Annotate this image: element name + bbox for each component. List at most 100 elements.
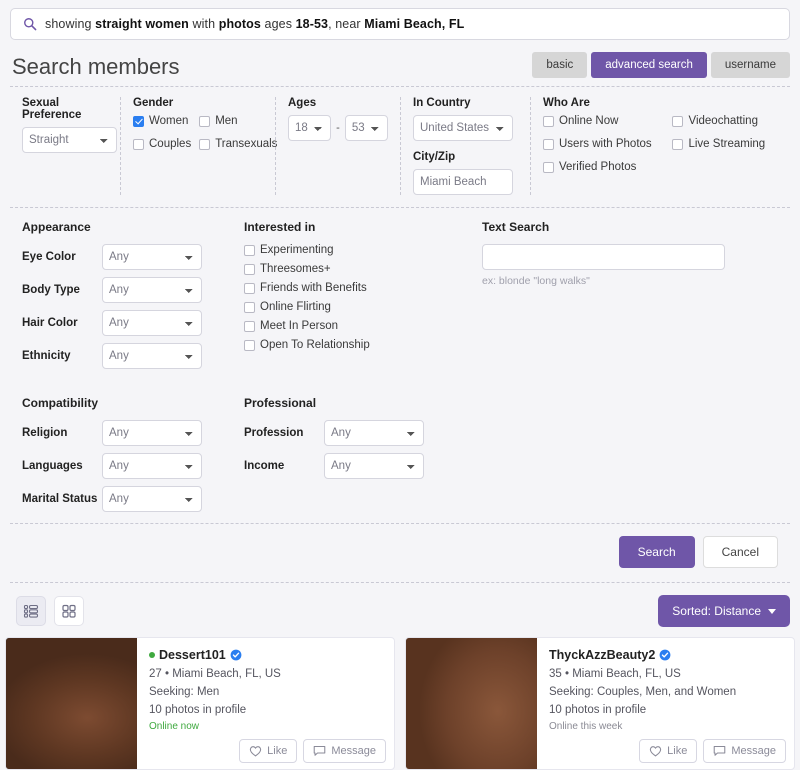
- profile-photo[interactable]: [406, 638, 537, 769]
- chat-bubble-icon: [714, 746, 726, 756]
- profile-username[interactable]: Dessert101: [159, 648, 226, 662]
- checkbox-icon: [244, 263, 255, 275]
- checkbox-label: Verified Photos: [559, 161, 637, 173]
- page-title: Search members: [12, 54, 180, 79]
- online-status-dot: [149, 652, 155, 658]
- country-select[interactable]: United States: [413, 115, 513, 141]
- results-toolbar: Sorted: Distance: [0, 583, 800, 637]
- checkbox-label: Women: [149, 115, 189, 127]
- interested-checkbox-online-flirting[interactable]: Online Flirting: [244, 301, 466, 313]
- age-min-select[interactable]: 18: [288, 115, 332, 141]
- summary-fragment: showing: [45, 17, 96, 31]
- profile-card[interactable]: ThyckAzzBeauty2 35 • Miami Beach, FL, US S…: [405, 637, 795, 770]
- verified-badge-icon: [659, 649, 671, 661]
- checkbox-icon: [133, 138, 144, 150]
- compatibility-marital-status-select[interactable]: Any: [102, 486, 202, 512]
- appearance-row: Eye Color Any: [22, 244, 228, 270]
- checkbox-label: Friends with Benefits: [260, 282, 367, 294]
- search-summary-bar[interactable]: showing straight women with photos ages …: [10, 8, 790, 40]
- checkbox-label: Videochatting: [688, 115, 758, 127]
- checkbox-icon: [672, 115, 684, 127]
- message-label: Message: [731, 745, 776, 757]
- appearance-label: Hair Color: [22, 316, 78, 329]
- interested-checkbox-friends-with-benefits[interactable]: Friends with Benefits: [244, 282, 466, 294]
- summary-fragment: photos: [218, 17, 261, 31]
- text-search-title: Text Search: [482, 220, 550, 234]
- appearance-section: Appearance Eye Color Any Body Type Any Hair …: [10, 220, 240, 376]
- profile-photo[interactable]: [6, 638, 137, 769]
- city-zip-input[interactable]: [413, 169, 513, 195]
- summary-fragment: ages: [260, 17, 296, 31]
- text-search-section: Text Search ex: blonde "long walks": [470, 220, 790, 376]
- professional-income-select[interactable]: Any: [324, 453, 424, 479]
- appearance-label: Eye Color: [22, 250, 76, 263]
- checkbox-icon: [244, 244, 255, 256]
- age-max-select[interactable]: 53: [344, 115, 388, 141]
- professional-row: Income Any: [244, 453, 466, 479]
- sort-button[interactable]: Sorted: Distance: [658, 595, 790, 627]
- interested-checkbox-experimenting[interactable]: Experimenting: [244, 244, 466, 256]
- checkbox-icon: [543, 115, 554, 127]
- list-view-icon: [23, 604, 39, 618]
- appearance-body-type-select[interactable]: Any: [102, 277, 202, 303]
- checkbox-icon: [133, 115, 144, 127]
- appearance-hair-color-select[interactable]: Any: [102, 310, 202, 336]
- checkbox-label: Open To Relationship: [260, 339, 370, 351]
- search-button[interactable]: Search: [618, 536, 695, 568]
- profile-card[interactable]: Dessert101 27 • Miami Beach, FL, US Seekin…: [5, 637, 395, 770]
- compatibility-religion-select[interactable]: Any: [102, 420, 202, 446]
- interested-checkbox-open-to-relationship[interactable]: Open To Relationship: [244, 339, 466, 351]
- grid-view-button[interactable]: [54, 596, 84, 626]
- gender-label: Gender: [133, 97, 174, 109]
- message-label: Message: [331, 745, 376, 757]
- professional-label: Income: [244, 459, 285, 472]
- gender-checkbox-transexuals[interactable]: Transexuals: [199, 138, 277, 150]
- chat-bubble-icon: [314, 746, 326, 756]
- gender-checkbox-men[interactable]: Men: [199, 115, 277, 127]
- filter-ages: Ages 18 - 53: [275, 97, 400, 195]
- gender-checkbox-couples[interactable]: Couples: [133, 138, 191, 150]
- appearance-ethnicity-select[interactable]: Any: [102, 343, 202, 369]
- ages-separator: -: [336, 122, 340, 134]
- who-are-checkbox-videochatting[interactable]: Videochatting: [672, 115, 778, 127]
- gender-checkbox-women[interactable]: Women: [133, 115, 191, 127]
- list-view-button[interactable]: [16, 596, 46, 626]
- professional-profession-select[interactable]: Any: [324, 420, 424, 446]
- interested-checkbox-meet-in-person[interactable]: Meet In Person: [244, 320, 466, 332]
- who-are-checkbox-online-now[interactable]: Online Now: [543, 115, 664, 127]
- compatibility-label: Languages: [22, 459, 83, 472]
- checkbox-label: Live Streaming: [688, 138, 766, 150]
- country-label: In Country: [413, 97, 471, 109]
- filter-location: In Country United States City/Zip: [400, 97, 530, 195]
- filter-actions: Search Cancel: [10, 524, 790, 582]
- summary-fragment: straight women: [95, 17, 189, 31]
- interested-in-section: Interested in Experimenting Threesomes+ Fr…: [240, 220, 470, 376]
- compatibility-title: Compatibility: [22, 396, 99, 410]
- page-header: Search members basic advanced search usern…: [0, 40, 800, 86]
- checkbox-label: Users with Photos: [559, 138, 652, 150]
- summary-fragment: , near: [328, 17, 365, 31]
- summary-fragment: 18-53: [295, 17, 329, 31]
- who-are-checkbox-users-with-photos[interactable]: Users with Photos: [543, 138, 664, 150]
- text-search-input[interactable]: [482, 244, 725, 270]
- tab-basic[interactable]: basic: [532, 52, 588, 78]
- compatibility-languages-select[interactable]: Any: [102, 453, 202, 479]
- who-are-checkbox-verified-photos[interactable]: Verified Photos: [543, 161, 664, 173]
- appearance-row: Body Type Any: [22, 277, 228, 303]
- profile-age-location: 27 • Miami Beach, FL, US: [149, 668, 281, 680]
- appearance-title: Appearance: [22, 220, 91, 234]
- sexual-preference-label: Sexual Preference: [22, 97, 82, 121]
- interested-checkbox-threesomes-[interactable]: Threesomes+: [244, 263, 466, 275]
- tab-advanced-search[interactable]: advanced search: [591, 52, 707, 78]
- cancel-button[interactable]: Cancel: [702, 536, 778, 568]
- city-zip-label: City/Zip: [413, 151, 456, 163]
- appearance-eye-color-select[interactable]: Any: [102, 244, 202, 270]
- who-are-label: Who Are: [543, 97, 590, 109]
- gender-checkbox-group: Women Men Couples Transexuals: [133, 115, 277, 150]
- verified-badge-icon: [230, 649, 242, 661]
- results-list: Dessert101 27 • Miami Beach, FL, US Seekin…: [0, 637, 800, 770]
- who-are-checkbox-live-streaming[interactable]: Live Streaming: [672, 138, 778, 150]
- tab-username[interactable]: username: [710, 52, 790, 78]
- profile-username[interactable]: ThyckAzzBeauty2: [549, 648, 655, 662]
- sexual-preference-select[interactable]: Straight: [22, 127, 117, 153]
